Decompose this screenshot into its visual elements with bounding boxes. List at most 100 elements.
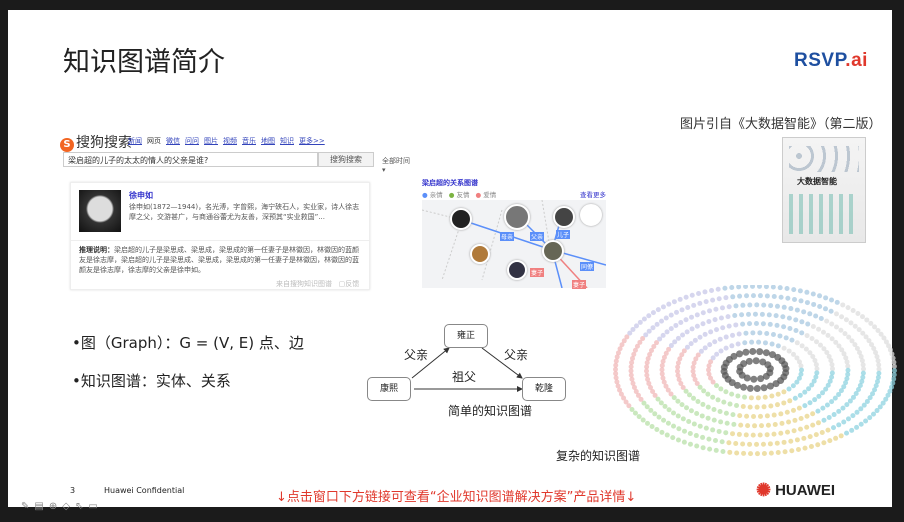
nav-item[interactable]: 知识 (280, 136, 294, 146)
graph-node (845, 416, 851, 422)
graph-node (794, 307, 800, 313)
graph-node (761, 451, 767, 457)
pointer-icon[interactable]: ⇖ (75, 501, 83, 512)
nav-item[interactable]: 问问 (185, 136, 199, 146)
graph-node (671, 410, 677, 416)
graph-node (740, 404, 746, 410)
zoom-control[interactable] (580, 204, 602, 226)
graph-node (740, 383, 748, 391)
feedback-link[interactable]: 反馈 (345, 280, 359, 288)
graph-node (802, 445, 808, 451)
person-node[interactable] (450, 208, 472, 230)
graph-node (657, 336, 663, 342)
bullet-kg: •知识图谱：实体、关系 (72, 372, 231, 390)
nav-item[interactable]: 网页 (147, 136, 161, 146)
time-filter[interactable]: 全部时间 ▾ (382, 156, 412, 174)
graph-node (674, 309, 680, 315)
result-name[interactable]: 徐申如 (129, 190, 153, 201)
bullet-graph: •图（Graph）：G = (V, E) 点、边 (72, 334, 304, 352)
graph-node (656, 414, 662, 420)
search-input[interactable]: 梁启超的儿子的太太的情人的父亲是谁? (63, 152, 318, 167)
graph-node (793, 328, 799, 334)
graph-node (845, 371, 851, 377)
graph-node (766, 312, 772, 318)
graph-node (654, 321, 660, 327)
graph-node (829, 321, 835, 327)
graph-node (868, 320, 874, 326)
kg-canvas[interactable]: 母亲 父亲 儿子 妻子 同僚 妻子 (422, 200, 606, 289)
graph-node (694, 443, 700, 449)
slides-icon[interactable]: ▤ (34, 501, 43, 512)
screen-icon[interactable]: ▭ (88, 501, 97, 512)
graph-node (688, 341, 694, 347)
nav-item[interactable]: 视频 (223, 136, 237, 146)
graph-node (710, 394, 716, 400)
graph-node (700, 321, 706, 327)
graph-node (804, 300, 810, 306)
result-footer: 来自搜狗知识图谱 ▢反馈 (276, 280, 360, 288)
graph-node (781, 400, 787, 406)
kg-title: 梁启超的关系图谱 (422, 179, 478, 187)
graph-node (763, 285, 769, 290)
graph-node (702, 345, 708, 351)
eraser-icon[interactable]: ◇ (62, 501, 70, 512)
graph-node (781, 439, 787, 445)
graph-node (723, 430, 729, 436)
search-button[interactable]: 搜狗搜索 (318, 152, 374, 167)
nav-item[interactable]: 微信 (166, 136, 180, 146)
view-more-link[interactable]: 查看更多 (580, 189, 606, 199)
graph-node (685, 304, 691, 310)
graph-node (801, 435, 807, 441)
graph-node (760, 321, 766, 327)
graph-node (750, 432, 756, 438)
edge-label: 母亲 (500, 232, 515, 241)
graph-node (778, 430, 784, 436)
complex-kg-image (613, 285, 897, 457)
graph-node (757, 413, 763, 419)
edge-label: 妻子 (530, 268, 545, 277)
person-node[interactable] (504, 204, 530, 230)
nav-item[interactable]: 地图 (261, 136, 275, 146)
graph-node (801, 309, 807, 315)
graph-node (730, 294, 736, 300)
graph-node (821, 417, 827, 423)
graph-node (750, 285, 756, 289)
graph-node (714, 327, 720, 333)
graph-node (673, 322, 679, 328)
nav-item[interactable]: 音乐 (242, 136, 256, 146)
person-node[interactable] (553, 206, 575, 228)
graph-node (808, 444, 814, 450)
graph-node (797, 426, 803, 432)
graph-node (807, 434, 813, 440)
nav-item[interactable]: 图片 (204, 136, 218, 146)
graph-node (712, 317, 718, 323)
graph-node (707, 308, 713, 314)
graph-node (834, 299, 840, 305)
graph-node (696, 290, 702, 296)
graph-node (715, 397, 721, 403)
pen-icon[interactable]: ✎ (21, 501, 29, 512)
graph-node (756, 339, 762, 345)
graph-node (838, 433, 844, 439)
graph-node (753, 385, 761, 393)
nav-item[interactable]: 新闻 (128, 136, 142, 146)
graph-node (768, 450, 774, 456)
graph-node (726, 304, 732, 310)
graph-node (781, 389, 787, 395)
graph-node (807, 400, 813, 406)
graph-node (815, 420, 821, 426)
graph-node (860, 314, 866, 320)
graph-node (760, 441, 766, 447)
zoom-icon[interactable]: ⊕ (49, 501, 57, 512)
graph-node (737, 413, 743, 419)
nav-item[interactable]: 更多>> (299, 136, 325, 146)
person-node[interactable] (507, 260, 527, 280)
presenter-toolbar: ✎ ▤ ⊕ ◇ ⇖ ▭ (21, 501, 98, 512)
person-node[interactable] (542, 240, 564, 262)
product-link-notice: ↓点击窗口下方链接可查看“企业知识图谱解决方案”产品详情↓ (276, 490, 637, 505)
graph-node (697, 423, 703, 429)
person-node[interactable] (470, 244, 490, 264)
graph-node (614, 379, 620, 385)
graph-node (660, 332, 666, 338)
graph-node (707, 446, 713, 452)
